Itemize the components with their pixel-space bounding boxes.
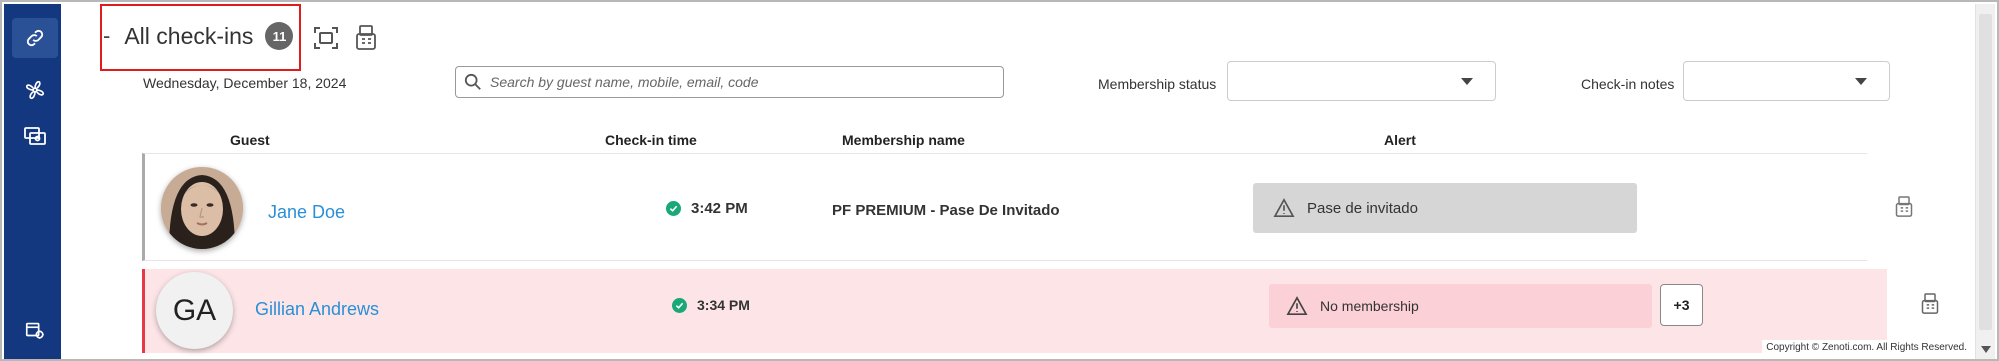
checkin-time-cell: 3:42 PM xyxy=(666,200,748,217)
checkin-time: 3:42 PM xyxy=(691,200,748,217)
guest-name-link[interactable]: Jane Doe xyxy=(268,202,345,223)
chevron-down-icon xyxy=(1461,78,1473,85)
sidebar xyxy=(4,4,61,359)
guest-name-link[interactable]: Gillian Andrews xyxy=(255,299,379,320)
warning-icon xyxy=(1286,296,1308,315)
warning-icon xyxy=(1273,198,1295,217)
sidebar-item-checkins[interactable] xyxy=(12,18,58,58)
page-title: All check-ins xyxy=(124,22,254,49)
scan-icon xyxy=(314,27,338,49)
app-window: - All check-ins 11 Wednesday, December 1… xyxy=(0,0,1999,361)
checkin-time: 3:34 PM xyxy=(697,297,750,313)
print-receipt-button[interactable] xyxy=(1918,291,1942,317)
checkin-time-cell: 3:34 PM xyxy=(672,297,750,313)
avatar[interactable] xyxy=(161,167,243,249)
chevron-down-icon xyxy=(1855,78,1867,85)
column-header-alert: Alert xyxy=(1384,132,1416,148)
check-circle-icon xyxy=(672,297,687,313)
scan-button[interactable] xyxy=(311,23,341,53)
sidebar-item-services[interactable] xyxy=(12,70,58,110)
search-box[interactable] xyxy=(455,66,1004,98)
fan-icon xyxy=(25,80,45,100)
checkin-notes-select[interactable] xyxy=(1683,61,1890,101)
sidebar-item-settings[interactable] xyxy=(12,310,58,350)
alert-text: Pase de invitado xyxy=(1307,199,1418,217)
membership-status-label: Membership status xyxy=(1098,76,1217,92)
search-icon xyxy=(464,73,481,90)
avatar[interactable]: GA xyxy=(156,272,233,349)
alert-text: No membership xyxy=(1320,298,1419,314)
main-content: - All check-ins 11 Wednesday, December 1… xyxy=(61,4,1964,359)
cash-register-icon xyxy=(24,127,46,145)
copyright-footer: Copyright © Zenoti.com. All Rights Reser… xyxy=(1762,340,1971,355)
checkin-notes-label: Check-in notes xyxy=(1581,76,1675,92)
more-alerts-button[interactable]: +3 xyxy=(1660,284,1703,326)
page-header: - All check-ins 11 xyxy=(103,18,294,54)
column-header-guest: Guest xyxy=(230,132,270,148)
link-icon xyxy=(26,29,44,47)
scroll-down-arrow-icon[interactable] xyxy=(1981,346,1991,353)
vertical-scrollbar[interactable] xyxy=(1975,4,1995,359)
column-header-membership-name: Membership name xyxy=(842,132,965,148)
receipt-printer-icon xyxy=(1921,293,1939,314)
search-input[interactable] xyxy=(490,74,990,90)
membership-name: PF PREMIUM - Pase De Invitado xyxy=(832,202,1060,219)
column-header-checkin-time: Check-in time xyxy=(605,132,697,148)
receipt-printer-icon xyxy=(356,25,376,50)
guest-photo xyxy=(161,167,243,249)
check-circle-icon xyxy=(666,201,681,216)
settings-store-icon xyxy=(25,322,44,339)
checkin-count-badge: 11 xyxy=(265,22,294,50)
receipt-printer-icon xyxy=(1895,196,1913,217)
alert-badge: Pase de invitado xyxy=(1253,183,1637,233)
scrollbar-thumb[interactable] xyxy=(1979,14,1992,330)
sidebar-item-pos[interactable] xyxy=(12,116,58,156)
print-receipt-button[interactable] xyxy=(1892,194,1916,220)
membership-status-select[interactable] xyxy=(1227,61,1496,101)
table-row[interactable]: Jane Doe 3:42 PM PF PREMIUM - Pase De In… xyxy=(142,153,1913,261)
table-row[interactable]: GA Gillian Andrews 3:34 PM No membership… xyxy=(142,269,1939,353)
collapse-toggle[interactable]: - xyxy=(103,23,110,49)
alert-badge: No membership xyxy=(1269,284,1652,328)
current-date: Wednesday, December 18, 2024 xyxy=(143,75,347,91)
print-button[interactable] xyxy=(351,23,381,53)
